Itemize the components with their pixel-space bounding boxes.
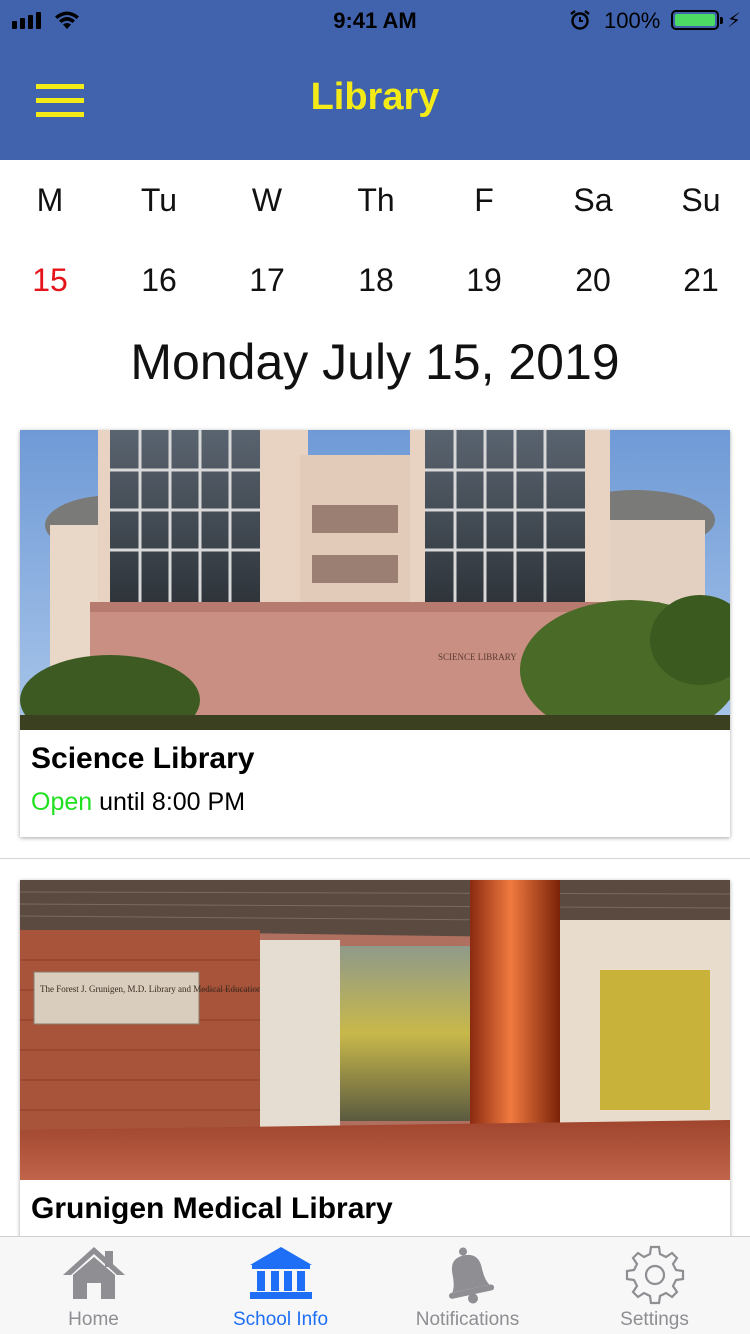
weekday-label: Su [681, 182, 721, 218]
alarm-clock-icon [570, 10, 590, 30]
day-number-today[interactable]: 15 [0, 262, 104, 299]
battery-percent: 100% [604, 8, 661, 33]
bell-icon [448, 1247, 494, 1304]
library-card-grunigen[interactable]: The Forest J. Grunigen, M.D. Library and… [20, 880, 730, 1280]
gear-icon [625, 1245, 684, 1305]
tab-bar: Home School Info Notifications Settings [0, 1236, 750, 1334]
library-name: Science Library [31, 742, 255, 775]
hours-text: until 8:00 PM [99, 788, 246, 816]
weekday-label: Sa [573, 182, 613, 218]
weekday-label: M [36, 182, 64, 218]
library-hours: Open until 8:00 PM [31, 788, 245, 817]
tab-label: Home [68, 1309, 119, 1330]
card-divider [0, 858, 750, 859]
selected-date-heading: Monday July 15, 2019 [130, 334, 620, 390]
charging-bolt-icon: ⚡ [727, 10, 742, 32]
page-title: Library [310, 76, 440, 118]
library-card-science[interactable]: SCIENCE LIBRARY Science Library Open unt… [20, 430, 730, 837]
day-number[interactable]: 21 [647, 262, 750, 299]
day-number[interactable]: 16 [105, 262, 213, 299]
navigation-bar: 9:41 AM 100% ⚡ Library [0, 0, 750, 160]
tab-notifications[interactable]: Notifications [374, 1237, 561, 1334]
library-name: Grunigen Medical Library [31, 1192, 393, 1225]
open-status: Open [31, 788, 93, 816]
day-number[interactable]: 20 [539, 262, 647, 299]
tab-label: Settings [620, 1309, 689, 1330]
tab-label: School Info [232, 1309, 329, 1330]
library-screen: 9:41 AM 100% ⚡ Library M 15 Tu 16 W 17 Th 18 F 19… [0, 0, 750, 1334]
science-library-photo: SCIENCE LIBRARY [20, 430, 730, 730]
day-number[interactable]: 19 [430, 262, 538, 299]
grunigen-sign: The Forest J. Grunigen, M.D. Library and… [40, 984, 288, 994]
week-strip: M 15 Tu 16 W 17 Th 18 F 19 Sa 20 Su 21 [0, 160, 750, 310]
day-number[interactable]: 17 [213, 262, 321, 299]
tab-label: Notifications [415, 1309, 520, 1330]
battery-icon [671, 10, 723, 30]
day-number[interactable]: 18 [322, 262, 430, 299]
science-library-sign: SCIENCE LIBRARY [438, 652, 517, 662]
tab-settings[interactable]: Settings [561, 1237, 748, 1334]
weekday-label: Tu [140, 182, 178, 218]
home-icon [62, 1247, 125, 1299]
weekday-label: F [474, 182, 494, 218]
tab-school-info[interactable]: School Info [187, 1237, 374, 1334]
school-building-icon [249, 1247, 312, 1299]
weekday-label: Th [357, 182, 395, 218]
weekday-label: W [251, 182, 283, 218]
status-bar: 9:41 AM 100% ⚡ [0, 0, 750, 40]
tab-home[interactable]: Home [0, 1237, 187, 1334]
grunigen-library-photo: The Forest J. Grunigen, M.D. Library and… [20, 880, 730, 1180]
